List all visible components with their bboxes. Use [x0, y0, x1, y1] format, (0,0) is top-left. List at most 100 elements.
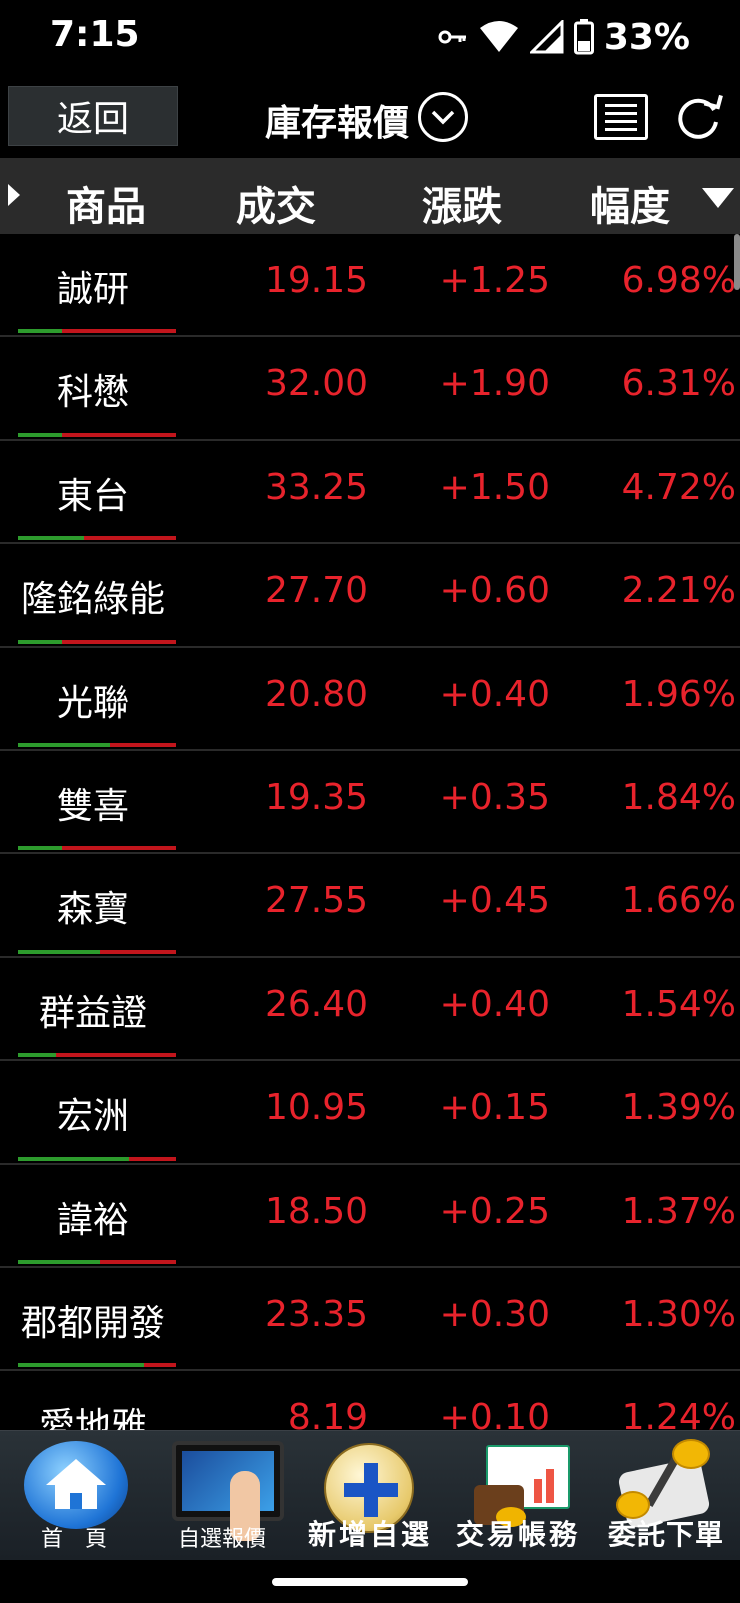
nav-watchlist[interactable]: 自選報價	[148, 1431, 296, 1561]
expand-left-icon[interactable]	[8, 184, 20, 206]
quote-row[interactable]: 誠研 19.15 +1.25 6.98%	[0, 234, 740, 338]
last-price: 27.70	[264, 570, 368, 612]
change-percent: 2.21%	[621, 570, 736, 612]
price-change: +1.50	[439, 466, 550, 508]
scrollbar[interactable]	[734, 234, 740, 290]
header: 返回 庫存報價	[0, 80, 740, 158]
last-price: 27.55	[264, 880, 368, 922]
last-price: 8.19	[287, 1397, 368, 1430]
change-percent: 6.31%	[621, 363, 736, 405]
column-header: 商品 成交 漲跌 幅度	[0, 158, 740, 234]
nav-order[interactable]: 委託下單	[592, 1431, 740, 1561]
chevron-down-icon[interactable]	[418, 92, 468, 142]
quote-row[interactable]: 東台 33.25 +1.50 4.72%	[0, 441, 740, 545]
price-change: +1.25	[439, 260, 550, 301]
bid-ask-bar	[18, 329, 176, 334]
price-change: +0.35	[439, 776, 550, 818]
last-price: 23.35	[264, 1293, 368, 1335]
bid-ask-bar	[18, 639, 176, 644]
refresh-icon[interactable]	[672, 92, 724, 144]
bid-ask-bar	[18, 1259, 176, 1264]
col-pct[interactable]: 幅度	[590, 174, 670, 232]
nav-home[interactable]: 首 頁	[0, 1431, 148, 1561]
nav-watchlist-label: 自選報價	[177, 1527, 266, 1552]
list-menu-icon[interactable]	[594, 94, 648, 140]
stock-name: 隆銘綠能	[20, 579, 165, 621]
wifi-icon	[479, 21, 518, 52]
price-change: +0.25	[439, 1190, 550, 1232]
nav-account[interactable]: 交易帳務	[444, 1431, 592, 1561]
bid-ask-bar	[18, 1363, 176, 1368]
quote-row[interactable]: 雙喜 19.35 +0.35 1.84%	[0, 751, 740, 855]
change-percent: 1.96%	[621, 673, 736, 715]
nav-account-label: 交易帳務	[455, 1518, 580, 1551]
change-percent: 1.37%	[621, 1190, 736, 1232]
last-price: 26.40	[264, 983, 368, 1025]
nav-add-watch[interactable]: 新增自選	[296, 1431, 444, 1561]
quote-row[interactable]: 郡都開發 23.35 +0.30 1.30%	[0, 1268, 740, 1372]
stock-name: 諱裕	[56, 1199, 129, 1241]
last-price: 18.50	[264, 1190, 368, 1232]
change-percent: 4.72%	[621, 466, 736, 508]
stock-name: 誠研	[56, 269, 129, 310]
back-button[interactable]: 返回	[8, 86, 178, 146]
page-title[interactable]: 庫存報價	[265, 94, 409, 146]
quote-row[interactable]: 諱裕 18.50 +0.25 1.37%	[0, 1165, 740, 1268]
quote-row[interactable]: 隆銘綠能 27.70 +0.60 2.21%	[0, 544, 740, 648]
quote-row[interactable]: 群益證 26.40 +0.40 1.54%	[0, 958, 740, 1062]
price-change: +0.30	[439, 1293, 550, 1335]
bid-ask-bar	[18, 949, 176, 954]
quote-row[interactable]: 森寶 27.55 +0.45 1.66%	[0, 854, 740, 958]
last-price: 33.25	[264, 466, 368, 508]
change-percent: 1.30%	[621, 1293, 736, 1335]
bid-ask-bar	[18, 1156, 176, 1161]
price-change: +0.15	[439, 1087, 550, 1129]
signal-icon	[529, 20, 564, 54]
quote-row[interactable]: 愛地雅 8.19 +0.10 1.24%	[0, 1371, 740, 1430]
bid-ask-bar	[18, 432, 176, 437]
bid-ask-bar	[18, 536, 176, 541]
price-change: +1.90	[439, 363, 550, 405]
col-product[interactable]: 商品	[66, 174, 146, 232]
stock-name: 愛地雅	[38, 1406, 147, 1430]
last-price: 20.80	[264, 673, 368, 715]
nav-order-label: 委託下單	[607, 1518, 724, 1551]
bid-ask-bar	[18, 742, 176, 747]
stock-name: 雙喜	[56, 785, 129, 827]
stock-name: 郡都開發	[20, 1302, 165, 1344]
last-price: 10.95	[264, 1087, 368, 1129]
status-icons: 33%	[438, 14, 690, 60]
col-change[interactable]: 漲跌	[422, 174, 502, 232]
quote-row[interactable]: 科懋 32.00 +1.90 6.31%	[0, 337, 740, 441]
change-percent: 1.54%	[621, 983, 736, 1025]
nav-add-watch-label: 新增自選	[307, 1518, 432, 1551]
change-percent: 6.98%	[621, 260, 736, 301]
battery-icon	[573, 19, 594, 55]
price-change: +0.40	[439, 983, 550, 1025]
col-price[interactable]: 成交	[236, 174, 316, 232]
bottom-nav: 首 頁 自選報價 新增自選 交易帳務 委託下單	[0, 1430, 740, 1560]
quote-row[interactable]: 宏洲 10.95 +0.15 1.39%	[0, 1061, 740, 1165]
home-icon	[24, 1441, 128, 1529]
status-time: 7:15	[50, 14, 140, 55]
tablet-chart-icon	[172, 1441, 284, 1541]
stock-name: 群益證	[38, 992, 147, 1034]
price-change: +0.60	[439, 570, 550, 612]
price-change: +0.45	[439, 880, 550, 922]
nav-home-label: 首 頁	[40, 1527, 107, 1552]
change-percent: 1.66%	[621, 880, 736, 922]
bid-ask-bar	[18, 846, 176, 851]
last-price: 32.00	[264, 363, 368, 405]
gesture-bar[interactable]	[272, 1578, 468, 1586]
bid-ask-bar	[18, 1053, 176, 1058]
quote-row[interactable]: 光聯 20.80 +0.40 1.96%	[0, 648, 740, 751]
change-percent: 1.39%	[621, 1087, 736, 1129]
quote-list[interactable]: 誠研 19.15 +1.25 6.98% 科懋 32.00 +1.90 6.31% 東台 33.2…	[0, 234, 740, 1430]
stock-name: 科懋	[56, 372, 129, 414]
sort-down-icon[interactable]	[702, 188, 734, 208]
change-percent: 1.84%	[621, 776, 736, 818]
battery-percent: 33%	[603, 16, 690, 58]
stock-name: 光聯	[56, 682, 129, 724]
vpn-key-icon	[438, 30, 466, 44]
stock-name: 宏洲	[56, 1096, 129, 1138]
